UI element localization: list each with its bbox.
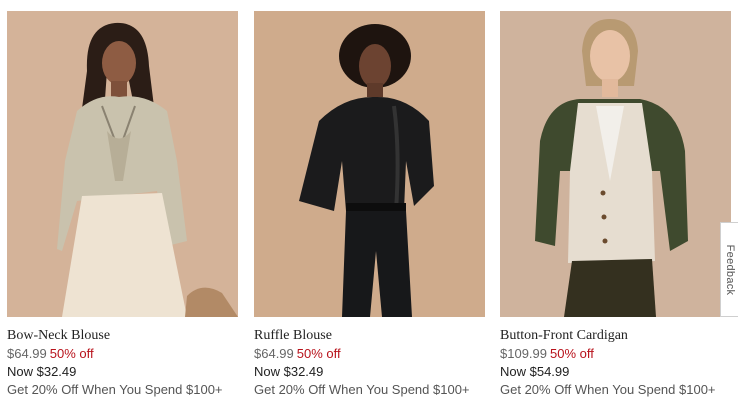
promo-text: Get 20% Off When You Spend $100+ <box>7 382 223 397</box>
discount-label: 50% off <box>550 346 594 361</box>
feedback-tab-label: Feedback <box>723 244 736 295</box>
sale-price: Now $32.49 <box>7 364 77 379</box>
original-price: $64.99 <box>7 346 47 361</box>
price-row: $64.99 50% off <box>7 345 238 363</box>
product-name[interactable]: Bow-Neck Blouse <box>7 327 238 345</box>
promo-text: Get 20% Off When You Spend $100+ <box>254 382 470 397</box>
original-price: $109.99 <box>500 346 547 361</box>
price-row: $109.99 50% off <box>500 345 731 363</box>
product-name[interactable]: Button-Front Cardigan <box>500 327 731 345</box>
product-image-bow-neck-blouse[interactable] <box>7 11 238 317</box>
sale-price: Now $54.99 <box>500 364 570 379</box>
product-card-bow-neck-blouse[interactable]: Bow-Neck Blouse $64.99 50% off Now $32.49… <box>7 11 238 399</box>
discount-label: 50% off <box>296 346 341 361</box>
promo-text: Get 20% Off When You Spend $100+ <box>500 382 716 397</box>
discount-label: 50% off <box>49 346 94 361</box>
product-image-button-front-cardigan[interactable] <box>500 11 731 317</box>
product-image-ruffle-blouse[interactable] <box>254 11 485 317</box>
product-grid: Bow-Neck Blouse $64.99 50% off Now $32.49… <box>0 0 738 401</box>
price-row: $64.99 50% off <box>254 345 485 363</box>
sale-price: Now $32.49 <box>254 364 324 379</box>
product-name[interactable]: Ruffle Blouse <box>254 327 485 345</box>
product-card-button-front-cardigan[interactable]: Button-Front Cardigan $109.99 50% off Now… <box>500 11 731 399</box>
feedback-tab[interactable]: Feedback <box>720 222 738 317</box>
original-price: $64.99 <box>254 346 294 361</box>
product-card-ruffle-blouse[interactable]: Ruffle Blouse $64.99 50% off Now $32.49 G… <box>254 11 485 399</box>
